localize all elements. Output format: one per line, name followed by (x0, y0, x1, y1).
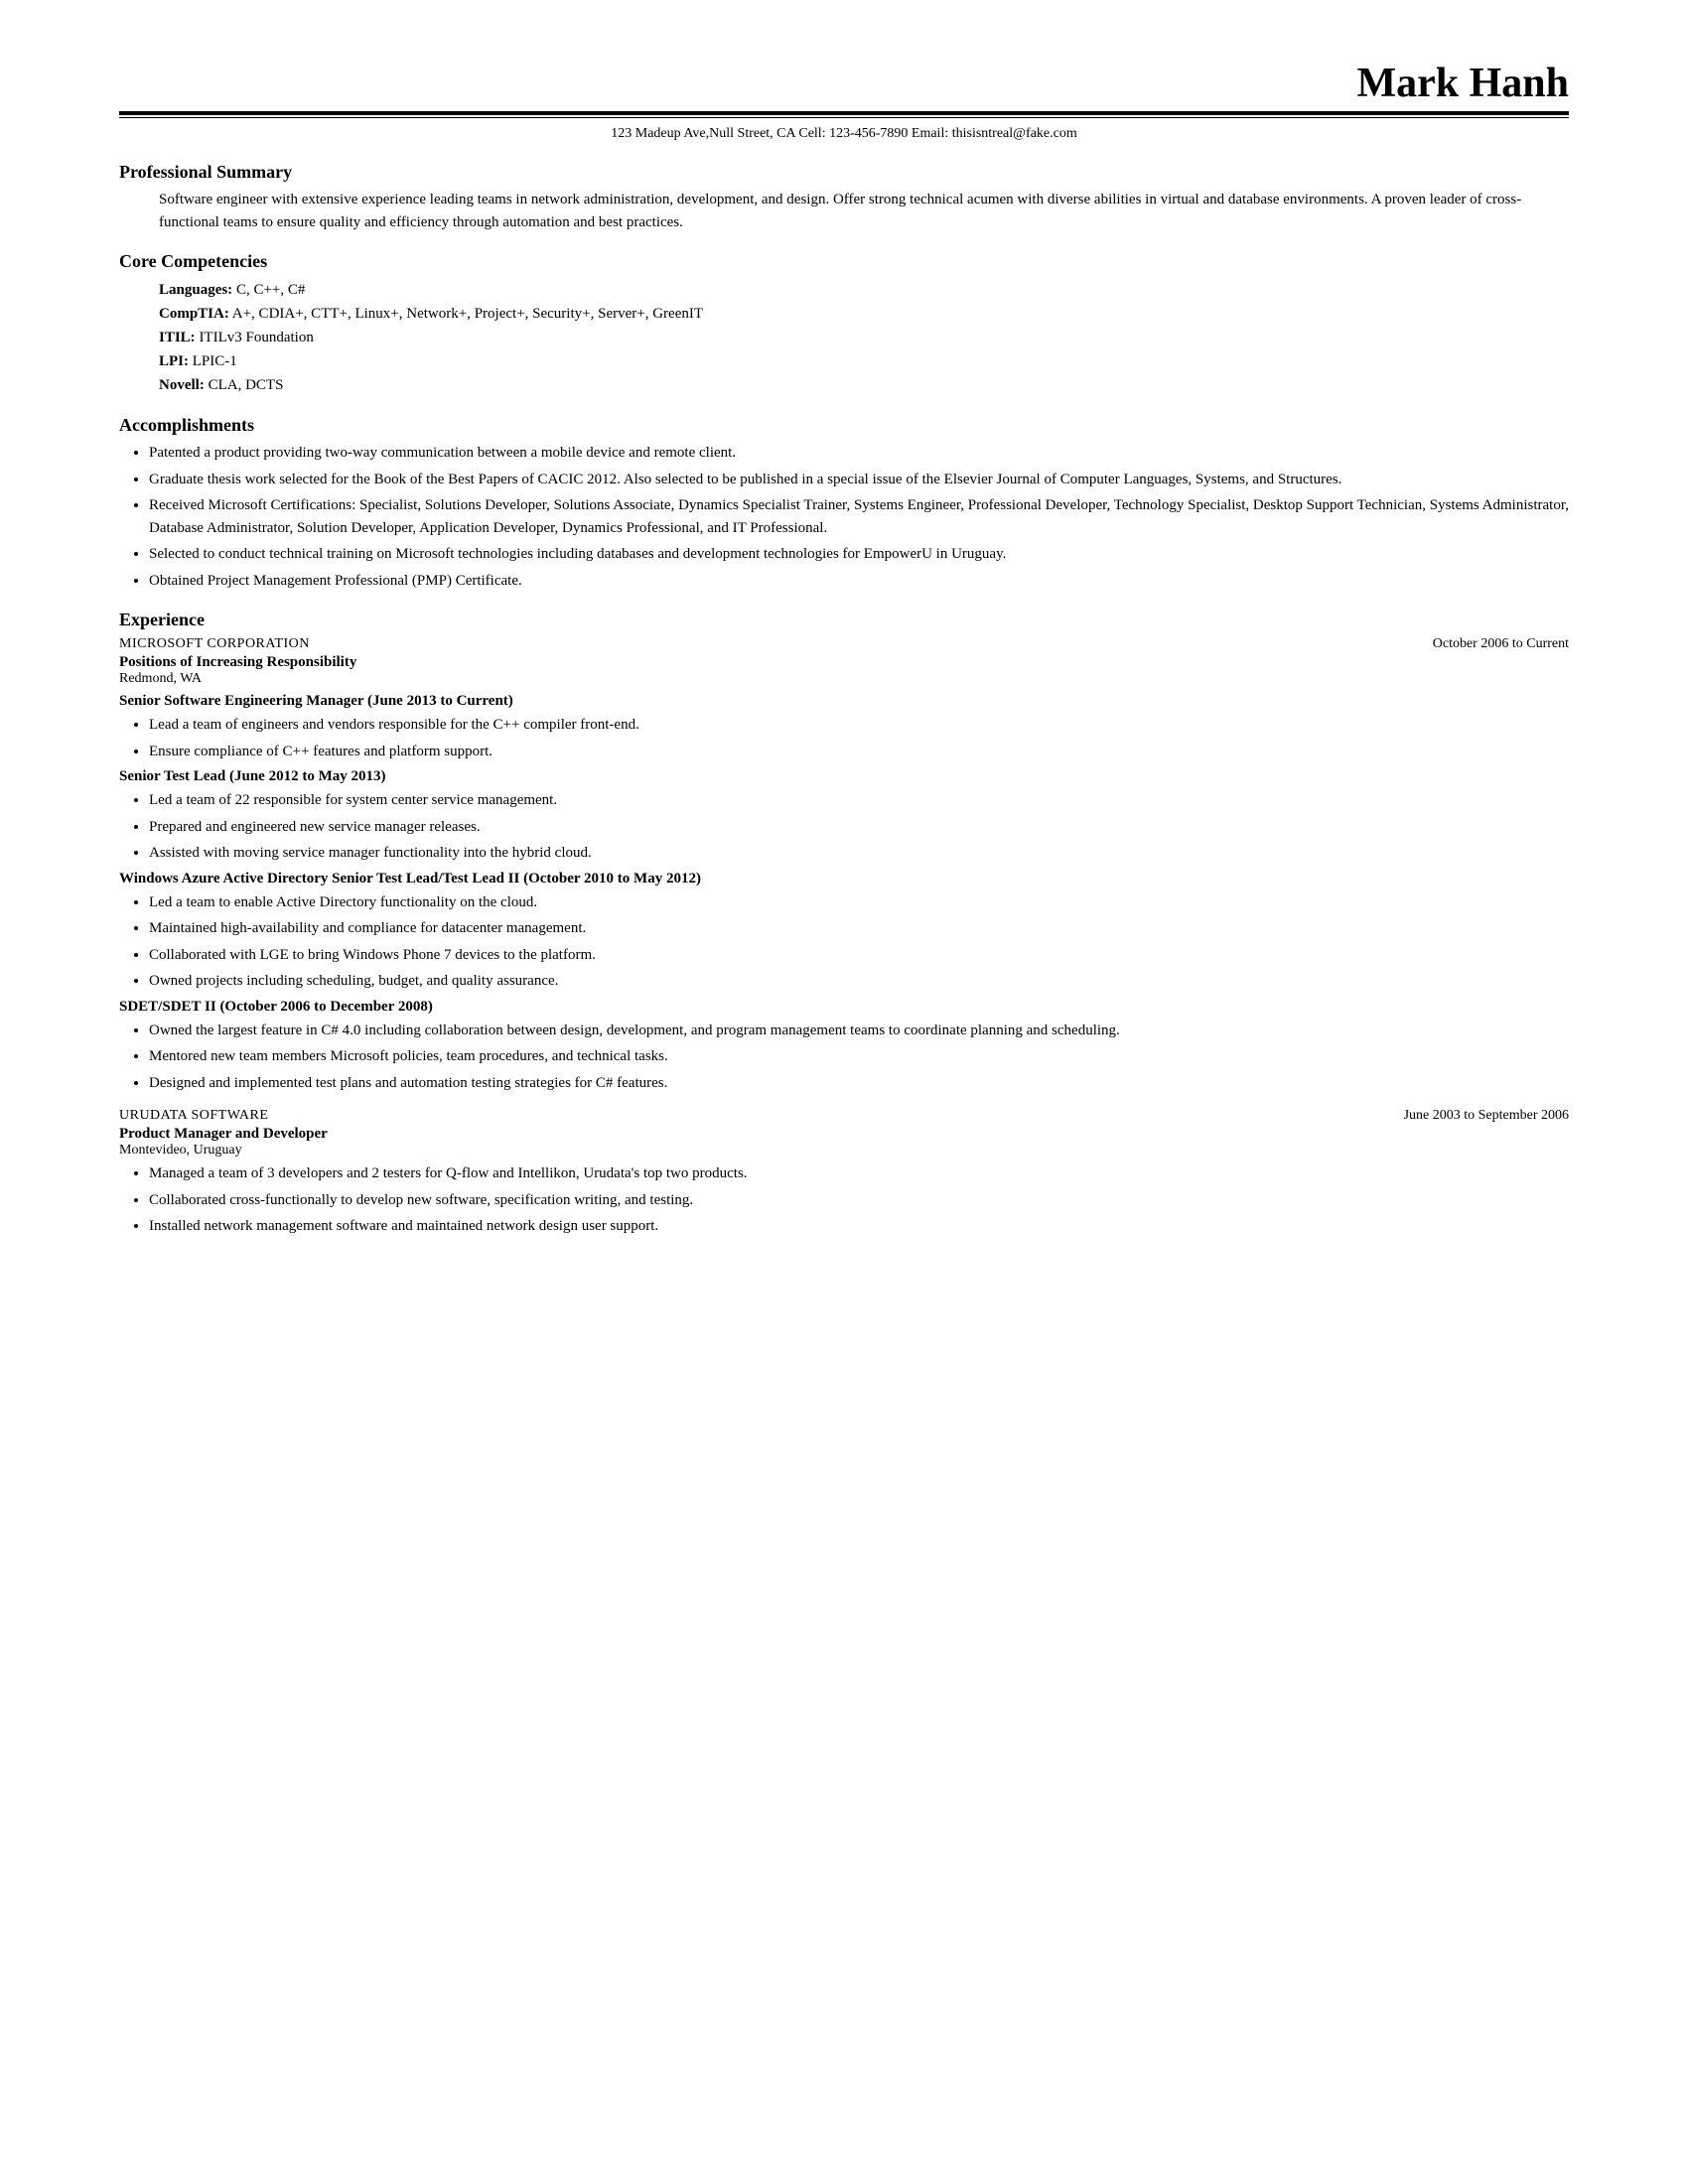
accomplishments-list: Patented a product providing two-way com… (149, 442, 1569, 592)
core-competencies-title: Core Competencies (119, 251, 1569, 272)
list-item: Received Microsoft Certifications: Speci… (149, 494, 1569, 539)
list-item: Prepared and engineered new service mana… (149, 816, 1569, 839)
competency-languages: Languages: C, C++, C# (159, 278, 1569, 302)
core-competencies-section: Core Competencies Languages: C, C++, C# … (119, 251, 1569, 397)
waad-bullets: Led a team to enable Active Directory fu… (149, 891, 1569, 993)
urudata-position-title: Product Manager and Developer (119, 1126, 1569, 1143)
competency-comptia-label: CompTIA: (159, 306, 229, 322)
professional-summary-section: Professional Summary Software engineer w… (119, 162, 1569, 233)
competency-itil-value: ITILv3 Foundation (196, 330, 314, 345)
list-item: Managed a team of 3 developers and 2 tes… (149, 1162, 1569, 1185)
sub-position-sdet: SDET/SDET II (October 2006 to December 2… (119, 999, 1569, 1016)
list-item: Collaborated cross-functionally to devel… (149, 1189, 1569, 1212)
professional-summary-title: Professional Summary (119, 162, 1569, 183)
list-item: Led a team of 22 responsible for system … (149, 789, 1569, 812)
competency-itil-label: ITIL: (159, 330, 196, 345)
list-item: Led a team to enable Active Directory fu… (149, 891, 1569, 914)
stl-bullets: Led a team of 22 responsible for system … (149, 789, 1569, 865)
candidate-name: Mark Hanh (119, 60, 1569, 107)
competency-comptia: CompTIA: A+, CDIA+, CTT+, Linux+, Networ… (159, 302, 1569, 326)
list-item: Ensure compliance of C++ features and pl… (149, 741, 1569, 763)
competency-itil: ITIL: ITILv3 Foundation (159, 326, 1569, 349)
urudata-header: URUDATA SOFTWARE June 2003 to September … (119, 1108, 1569, 1124)
contact-info: 123 Madeup Ave,Null Street, CA Cell: 123… (119, 126, 1569, 142)
list-item: Assisted with moving service manager fun… (149, 842, 1569, 865)
competency-novell-label: Novell: (159, 377, 205, 393)
list-item: Owned projects including scheduling, bud… (149, 970, 1569, 993)
list-item: Collaborated with LGE to bring Windows P… (149, 944, 1569, 967)
accomplishments-section: Accomplishments Patented a product provi… (119, 415, 1569, 592)
competency-comptia-value: A+, CDIA+, CTT+, Linux+, Network+, Proje… (229, 306, 703, 322)
microsoft-position-title: Positions of Increasing Responsibility (119, 654, 1569, 671)
professional-summary-content: Software engineer with extensive experie… (159, 189, 1569, 233)
competency-languages-label: Languages: (159, 282, 232, 298)
core-competencies-content: Languages: C, C++, C# CompTIA: A+, CDIA+… (159, 278, 1569, 397)
competency-lpi: LPI: LPIC-1 (159, 349, 1569, 373)
list-item: Installed network management software an… (149, 1215, 1569, 1238)
competency-languages-value: C, C++, C# (232, 282, 305, 298)
microsoft-location: Redmond, WA (119, 671, 1569, 687)
competency-lpi-value: LPIC-1 (189, 353, 237, 369)
list-item: Obtained Project Management Professional… (149, 570, 1569, 593)
header-line-thin (119, 117, 1569, 118)
experience-title: Experience (119, 610, 1569, 630)
list-item: Owned the largest feature in C# 4.0 incl… (149, 1020, 1569, 1042)
list-item: Patented a product providing two-way com… (149, 442, 1569, 465)
sub-position-ssem: Senior Software Engineering Manager (Jun… (119, 693, 1569, 710)
experience-entry-urudata: URUDATA SOFTWARE June 2003 to September … (119, 1108, 1569, 1238)
urudata-bullets: Managed a team of 3 developers and 2 tes… (149, 1162, 1569, 1238)
microsoft-company-name: MICROSOFT CORPORATION (119, 636, 310, 652)
accomplishments-title: Accomplishments (119, 415, 1569, 436)
microsoft-header: MICROSOFT CORPORATION October 2006 to Cu… (119, 636, 1569, 652)
list-item: Mentored new team members Microsoft poli… (149, 1045, 1569, 1068)
list-item: Maintained high-availability and complia… (149, 917, 1569, 940)
microsoft-date-range: October 2006 to Current (1433, 636, 1569, 652)
experience-entry-microsoft: MICROSOFT CORPORATION October 2006 to Cu… (119, 636, 1569, 1094)
resume-header: Mark Hanh 123 Madeup Ave,Null Street, CA… (119, 60, 1569, 142)
list-item: Lead a team of engineers and vendors res… (149, 714, 1569, 737)
sub-position-waad: Windows Azure Active Directory Senior Te… (119, 871, 1569, 887)
experience-section: Experience MICROSOFT CORPORATION October… (119, 610, 1569, 1238)
list-item: Designed and implemented test plans and … (149, 1072, 1569, 1095)
urudata-location: Montevideo, Uruguay (119, 1143, 1569, 1159)
competency-novell-value: CLA, DCTS (205, 377, 284, 393)
sdet-bullets: Owned the largest feature in C# 4.0 incl… (149, 1020, 1569, 1095)
competency-lpi-label: LPI: (159, 353, 189, 369)
urudata-date-range: June 2003 to September 2006 (1404, 1108, 1569, 1124)
ssem-bullets: Lead a team of engineers and vendors res… (149, 714, 1569, 762)
list-item: Graduate thesis work selected for the Bo… (149, 469, 1569, 491)
header-line-thick (119, 111, 1569, 115)
competency-novell: Novell: CLA, DCTS (159, 373, 1569, 397)
sub-position-stl: Senior Test Lead (June 2012 to May 2013) (119, 768, 1569, 785)
urudata-company-name: URUDATA SOFTWARE (119, 1108, 268, 1124)
list-item: Selected to conduct technical training o… (149, 543, 1569, 566)
